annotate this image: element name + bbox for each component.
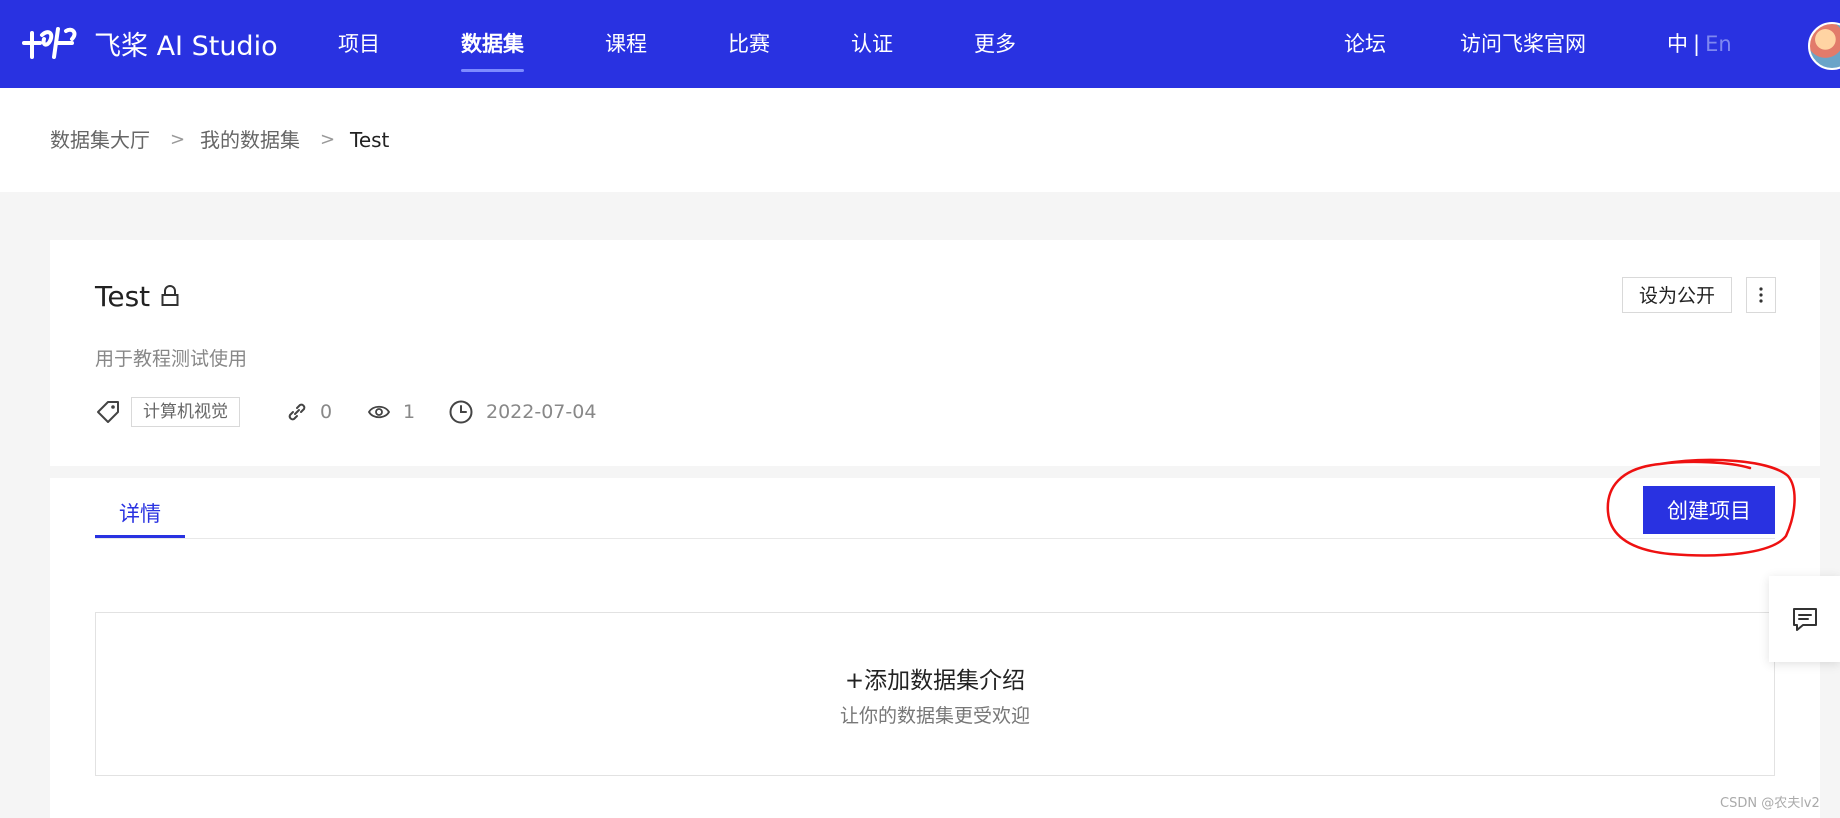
breadcrumb-my-datasets[interactable]: 我的数据集 [200, 88, 300, 192]
add-intro-subtitle: 让你的数据集更受欢迎 [839, 705, 1030, 727]
lang-en[interactable]: En [1705, 32, 1732, 56]
vertical-dots-icon [1759, 287, 1763, 303]
tab-divider [95, 538, 1775, 539]
lang-separator: | [1693, 32, 1701, 56]
breadcrumb-separator-icon: > [320, 129, 336, 150]
annotation-circle [1606, 458, 1796, 557]
language-switch: 中 | En [1667, 0, 1732, 88]
nav-item-competitions[interactable]: 比赛 [728, 0, 770, 88]
add-dataset-intro-box[interactable]: +添加数据集介绍 让你的数据集更受欢迎 [95, 612, 1775, 776]
dataset-title: Test [95, 280, 151, 313]
breadcrumb-current: Test [350, 128, 390, 152]
chat-icon [1792, 608, 1817, 631]
breadcrumb: 数据集大厅 > 我的数据集 > Test [0, 88, 1840, 192]
created-date-value: 2022-07-04 [486, 401, 597, 423]
user-avatar[interactable] [1808, 22, 1840, 70]
dataset-detail-panel: 详情 创建项目 +添加数据集介绍 让你的数据集更受欢迎 [50, 478, 1820, 818]
tab-details[interactable]: 详情 [95, 494, 185, 538]
nav-item-datasets[interactable]: 数据集 [461, 0, 524, 88]
link-count: 0 [286, 394, 332, 430]
breadcrumb-dataset-hall[interactable]: 数据集大厅 [50, 88, 150, 192]
nav-item-more[interactable]: 更多 [974, 0, 1016, 88]
lang-zh[interactable]: 中 [1667, 32, 1688, 56]
feedback-chat-button[interactable] [1769, 576, 1840, 662]
view-count-value: 1 [403, 401, 416, 423]
breadcrumb-separator-icon: > [170, 129, 186, 150]
dataset-info-card: Test 设为公开 用于教程测试使用 计算机视觉 0 1 2022-07-04 [50, 240, 1820, 466]
link-icon [288, 403, 306, 421]
set-public-button[interactable]: 设为公开 [1622, 277, 1732, 313]
logo[interactable]: 飞桨 AI Studio [20, 20, 278, 66]
tag-icon [97, 401, 119, 423]
logo-text: 飞桨 AI Studio [94, 30, 278, 62]
top-navigation-bar: 飞桨 AI Studio 项目 数据集 课程 比赛 认证 更多 论坛 访问飞桨官… [0, 0, 1840, 88]
nav-item-courses[interactable]: 课程 [605, 0, 647, 88]
nav-item-official-site[interactable]: 访问飞桨官网 [1460, 0, 1586, 88]
nav-item-projects[interactable]: 项目 [338, 0, 380, 88]
lock-icon [161, 285, 179, 306]
clock-icon [449, 400, 473, 424]
nav-item-forum[interactable]: 论坛 [1344, 0, 1386, 88]
watermark: CSDN @农夫lv2 [1720, 796, 1820, 811]
dataset-description: 用于教程测试使用 [95, 348, 248, 370]
created-date: 2022-07-04 [448, 394, 596, 430]
paddle-logo-icon [22, 27, 77, 59]
eye-icon [367, 405, 391, 419]
view-count: 1 [367, 394, 415, 430]
more-options-button[interactable] [1746, 277, 1776, 313]
add-intro-title: +添加数据集介绍 [844, 668, 1026, 694]
link-count-value: 0 [320, 401, 333, 423]
nav-item-certification[interactable]: 认证 [851, 0, 893, 88]
tag-group: 计算机视觉 [95, 394, 240, 430]
dataset-tag[interactable]: 计算机视觉 [131, 397, 240, 427]
